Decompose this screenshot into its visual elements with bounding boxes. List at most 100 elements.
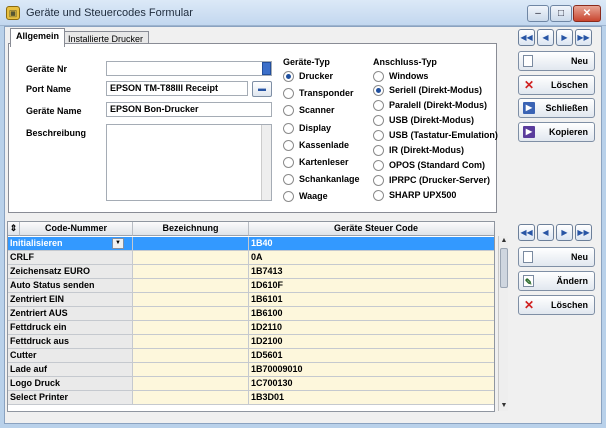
cell-bezeichnung[interactable] [133,377,249,390]
beschreibung-textarea[interactable] [106,124,272,201]
cell-bezeichnung[interactable] [133,307,249,320]
cell-steuer-code[interactable]: 1C700130 [249,377,494,390]
column-header-code-nummer[interactable]: Code-Nummer [20,222,133,236]
radio-scanner[interactable]: Scanner [283,105,335,116]
neu-button[interactable]: Neu [518,51,595,71]
grid-nav-next-button[interactable]: ▶ [556,224,573,241]
beschreibung-scrollbar[interactable] [261,125,271,200]
cell-bezeichnung[interactable] [133,349,249,362]
cell-code[interactable]: Zentriert AUS [8,307,133,320]
tab-allgemein[interactable]: Allgemein [10,28,66,47]
table-row[interactable]: Logo Druck 1C700130 [8,377,494,391]
table-row[interactable]: Zentriert EIN 1B6101 [8,293,494,307]
radio-kassenlade[interactable]: Kassenlade [283,140,349,151]
port-select-button[interactable]: ▬ [252,81,272,97]
radio-opos[interactable]: OPOS (Standard Com) [373,160,485,171]
table-row[interactable]: Cutter 1D5601 [8,349,494,363]
loeschen-button[interactable]: ✕ Löschen [518,75,595,95]
radio-kartenleser[interactable]: Kartenleser [283,157,349,168]
table-row[interactable]: Lade auf 1B70009010 [8,363,494,377]
column-header-bezeichnung[interactable]: Bezeichnung [133,222,249,236]
radio-iprpc[interactable]: IPRPC (Drucker-Server) [373,175,490,186]
cell-code[interactable]: CRLF [8,251,133,264]
steuercode-grid[interactable]: ⇕ Code-Nummer Bezeichnung Geräte Steuer … [7,221,495,412]
grid-neu-button[interactable]: Neu [518,247,595,267]
nav-next-button[interactable]: ▶ [556,29,573,46]
cell-steuer-code[interactable]: 0A [249,251,494,264]
radio-drucker[interactable]: Drucker [283,71,333,82]
grid-loeschen-button[interactable]: ✕ Löschen [518,295,595,315]
column-header-steuer-code[interactable]: Geräte Steuer Code [249,222,494,236]
radio-transponder[interactable]: Transponder [283,88,354,99]
cell-bezeichnung[interactable] [133,363,249,376]
radio-ir-direkt[interactable]: IR (Direkt-Modus) [373,145,464,156]
row-dropdown-button[interactable]: ▼ [112,238,124,249]
table-row[interactable]: Auto Status senden 1D610F [8,279,494,293]
spin-button[interactable] [262,62,271,75]
table-row[interactable]: Select Printer 1B3D01 [8,391,494,405]
cell-steuer-code[interactable]: 1D2110 [249,321,494,334]
table-row[interactable]: Fettdruck aus 1D2100 [8,335,494,349]
close-button[interactable]: ✕ [573,5,601,22]
maximize-button[interactable]: □ [550,5,572,22]
radio-usb-direkt[interactable]: USB (Direkt-Modus) [373,115,474,126]
scroll-thumb[interactable] [500,248,508,288]
cell-bezeichnung[interactable] [133,279,249,292]
cell-steuer-code[interactable]: 1B70009010 [249,363,494,376]
cell-code[interactable]: Auto Status senden [8,279,133,292]
cell-bezeichnung[interactable] [133,391,249,404]
cell-code[interactable]: Fettdruck aus [8,335,133,348]
nav-first-button[interactable]: ◀◀ [518,29,535,46]
cell-bezeichnung[interactable] [133,335,249,348]
scroll-down-icon[interactable]: ▼ [499,401,509,411]
scroll-up-icon[interactable]: ▲ [499,236,509,246]
radio-sharp[interactable]: SHARP UPX500 [373,190,456,201]
cell-bezeichnung[interactable] [133,321,249,334]
minimize-button[interactable]: – [527,5,549,22]
nav-last-button[interactable]: ▶▶ [575,29,592,46]
cell-steuer-code[interactable]: 1B7413 [249,265,494,278]
cell-code[interactable]: Cutter [8,349,133,362]
table-row[interactable]: Zentriert AUS 1B6100 [8,307,494,321]
cell-code[interactable]: Zentriert EIN [8,293,133,306]
cell-code[interactable]: Select Printer [8,391,133,404]
grid-scrollbar[interactable]: ▲ ▼ [498,236,508,411]
grid-nav-first-button[interactable]: ◀◀ [518,224,535,241]
table-row[interactable]: Fettdruck ein 1D2110 [8,321,494,335]
nav-prev-button[interactable]: ◀ [537,29,554,46]
radio-usb-tastatur[interactable]: USB (Tastatur-Emulation) [373,130,498,141]
cell-steuer-code[interactable]: 1B3D01 [249,391,494,404]
kopieren-button[interactable]: ▶ Kopieren [518,122,595,142]
cell-steuer-code[interactable]: 1D610F [249,279,494,292]
cell-bezeichnung[interactable] [133,237,249,250]
table-row[interactable]: Zeichensatz EURO 1B7413 [8,265,494,279]
cell-code[interactable]: Zeichensatz EURO [8,265,133,278]
cell-steuer-code[interactable]: 1B6101 [249,293,494,306]
radio-paralell[interactable]: Paralell (Direkt-Modus) [373,100,487,111]
cell-steuer-code[interactable]: 1B6100 [249,307,494,320]
radio-schankanlage[interactable]: Schankanlage [283,174,360,185]
cell-code[interactable]: Logo Druck [8,377,133,390]
geraete-name-input[interactable]: EPSON Bon-Drucker [106,102,272,117]
cell-bezeichnung[interactable] [133,265,249,278]
port-name-input[interactable]: EPSON TM-T88III Receipt [106,81,248,96]
geraete-nr-input[interactable] [106,61,272,76]
cell-steuer-code[interactable]: 1D5601 [249,349,494,362]
schliessen-button[interactable]: ▶ Schließen [518,98,595,118]
grid-aendern-button[interactable]: ✎ Ändern [518,271,595,291]
radio-windows[interactable]: Windows [373,71,428,82]
radio-waage[interactable]: Waage [283,191,328,202]
cell-steuer-code[interactable]: 1D2100 [249,335,494,348]
radio-display[interactable]: Display [283,123,331,134]
cell-bezeichnung[interactable] [133,251,249,264]
grid-nav-last-button[interactable]: ▶▶ [575,224,592,241]
cell-code[interactable]: Lade auf [8,363,133,376]
table-row[interactable]: Initialisieren 1B40 ▼ [8,237,494,251]
table-row[interactable]: CRLF 0A [8,251,494,265]
sort-indicator-icon[interactable]: ⇕ [8,222,20,236]
cell-code[interactable]: Fettdruck ein [8,321,133,334]
radio-seriell[interactable]: Seriell (Direkt-Modus) [373,85,482,96]
cell-bezeichnung[interactable] [133,293,249,306]
grid-nav-prev-button[interactable]: ◀ [537,224,554,241]
cell-steuer-code[interactable]: 1B40 [249,237,494,250]
